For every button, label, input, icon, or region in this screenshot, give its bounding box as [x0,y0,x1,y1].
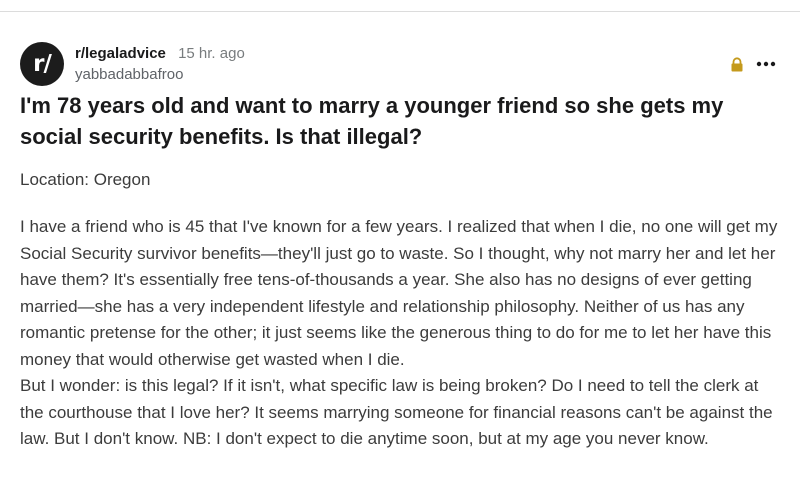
post-paragraph: I have a friend who is 45 that I've know… [20,217,778,369]
subreddit-avatar[interactable]: r/ [20,42,64,86]
lock-icon [731,57,743,72]
top-divider [0,11,800,12]
meta-line: r/legaladvice 15 hr. ago [75,43,245,64]
post-title[interactable]: I'm 78 years old and want to marry a you… [20,90,780,152]
post-header: r/ r/legaladvice 15 hr. ago yabbadabbafr… [20,41,780,89]
post-time: 15 hr. ago [178,45,245,62]
post-body: I have a friend who is 45 that I've know… [20,214,780,453]
post-location: Location: Oregon [20,170,151,189]
author-username[interactable]: yabbadabbafroo [75,64,245,85]
post-paragraph: But I wonder: is this legal? If it isn't… [20,376,773,448]
avatar-text: r/ [33,51,52,77]
subreddit-link[interactable]: r/legaladvice [75,45,166,62]
post-meta: r/legaladvice 15 hr. ago yabbadabbafroo [75,43,245,85]
more-options-icon[interactable] [753,54,779,74]
